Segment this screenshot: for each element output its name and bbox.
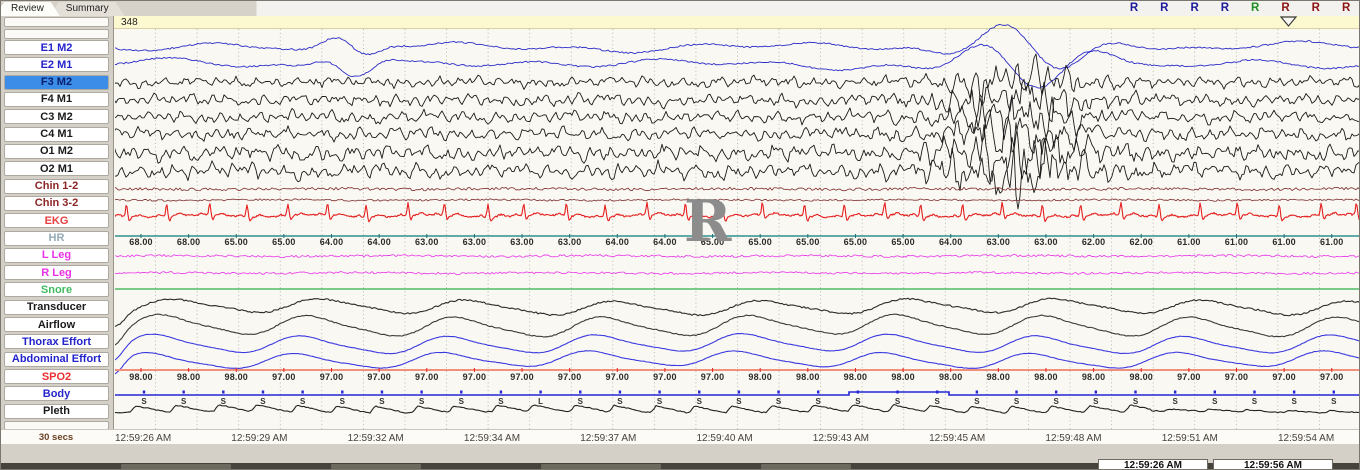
time-axis-label: 12:59:51 AM bbox=[1162, 433, 1218, 444]
time-axis: 12:59:26 AM 12:59:29 AM 12:59:32 AM 12:59:3… bbox=[1, 429, 1360, 444]
event-marker-triangle-icon[interactable] bbox=[1280, 16, 1298, 28]
channel-label-o2-m1[interactable]: O2 M1 bbox=[4, 161, 109, 176]
tab-strip: ReviewSummary bbox=[5, 1, 125, 16]
channel-label-f4-m1[interactable]: F4 M1 bbox=[4, 92, 109, 107]
channel-label-r-leg[interactable]: R Leg bbox=[4, 265, 109, 280]
r-event-marker[interactable]: R bbox=[1153, 2, 1175, 14]
time-axis-label: 12:59:45 AM bbox=[929, 433, 985, 444]
transport-bar: ◄ ► |◀◀▶▶|▶▶|◀◀■▶▶ bbox=[1, 444, 1360, 459]
tab-bar: ReviewSummary RRRRRRRR bbox=[1, 1, 1359, 17]
channel-label-c3-m2[interactable]: C3 M2 bbox=[4, 109, 109, 124]
time-axis-label: 12:59:48 AM bbox=[1045, 433, 1101, 444]
channel-label-f3-m2[interactable]: F3 M2 bbox=[4, 75, 109, 90]
channel-label-o1-m2[interactable]: O1 M2 bbox=[4, 144, 109, 159]
channel-label-thorax-effort[interactable]: Thorax Effort bbox=[4, 334, 109, 349]
epoch-header-band: 348 bbox=[114, 16, 1360, 29]
r-event-marker[interactable]: R bbox=[1214, 2, 1236, 14]
time-axis-label: 12:59:29 AM bbox=[231, 433, 287, 444]
channel-label-snore[interactable]: Snore bbox=[4, 282, 109, 297]
r-event-marker[interactable]: R bbox=[1184, 2, 1206, 14]
time-axis-label: 12:59:40 AM bbox=[697, 433, 753, 444]
channel-label-chin-3-2[interactable]: Chin 3-2 bbox=[4, 196, 109, 211]
time-axis-label: 12:59:26 AM bbox=[115, 433, 171, 444]
channel-label-column: E1 M2 E2 M1 F3 M2 F4 M1 C3 M2 C4 M1 O1 M2 O2 M1… bbox=[1, 16, 114, 429]
channel-label-spacer bbox=[4, 29, 109, 39]
r-marker-row: RRRRRRRR bbox=[1109, 1, 1359, 16]
psg-review-window: ReviewSummary RRRRRRRR 348 E1 M2E2 M1F3 … bbox=[0, 0, 1360, 470]
channel-label-transducer[interactable]: Transducer bbox=[4, 300, 109, 315]
epoch-start-time-field: 12:59:26 AM bbox=[1098, 459, 1208, 470]
channel-label-pleth[interactable]: Pleth bbox=[4, 404, 109, 419]
tab-review[interactable]: Review bbox=[0, 2, 60, 16]
stage-watermark: R bbox=[684, 198, 731, 246]
channel-label-l-leg[interactable]: L Leg bbox=[4, 248, 109, 263]
time-axis-label: 12:59:43 AM bbox=[813, 433, 869, 444]
epoch-end-time-field: 12:59:56 AM bbox=[1213, 459, 1333, 470]
channel-label-chin-1-2[interactable]: Chin 1-2 bbox=[4, 179, 109, 194]
channel-label-e2-m1[interactable]: E2 M1 bbox=[4, 57, 109, 72]
channel-label-spacer bbox=[4, 17, 109, 27]
channel-label-e1-m2[interactable]: E1 M2 bbox=[4, 40, 109, 55]
r-event-marker[interactable]: R bbox=[1244, 2, 1266, 14]
r-event-marker[interactable]: R bbox=[1275, 2, 1297, 14]
channel-label-spo2[interactable]: SPO2 bbox=[4, 369, 109, 384]
channel-label-airflow[interactable]: Airflow bbox=[4, 317, 109, 332]
channel-label-body[interactable]: Body bbox=[4, 386, 109, 401]
tab-summary[interactable]: Summary bbox=[50, 2, 125, 16]
r-event-marker[interactable]: R bbox=[1335, 2, 1357, 14]
time-axis-label: 12:59:32 AM bbox=[348, 433, 404, 444]
channel-label-abdominal-effort[interactable]: Abdominal Effort bbox=[4, 352, 109, 367]
epoch-number: 348 bbox=[121, 17, 138, 28]
r-event-marker[interactable]: R bbox=[1123, 2, 1145, 14]
channel-label-c4-m1[interactable]: C4 M1 bbox=[4, 127, 109, 142]
time-axis-label: 12:59:34 AM bbox=[464, 433, 520, 444]
channel-label-ekg[interactable]: EKG bbox=[4, 213, 109, 228]
waveform-chart-area[interactable] bbox=[114, 16, 1360, 429]
r-event-marker[interactable]: R bbox=[1305, 2, 1327, 14]
time-axis-label: 12:59:54 AM bbox=[1278, 433, 1334, 444]
time-axis-label: 12:59:37 AM bbox=[580, 433, 636, 444]
channel-label-hr[interactable]: HR bbox=[4, 231, 109, 246]
epoch-length-label: 30 secs bbox=[1, 432, 111, 443]
